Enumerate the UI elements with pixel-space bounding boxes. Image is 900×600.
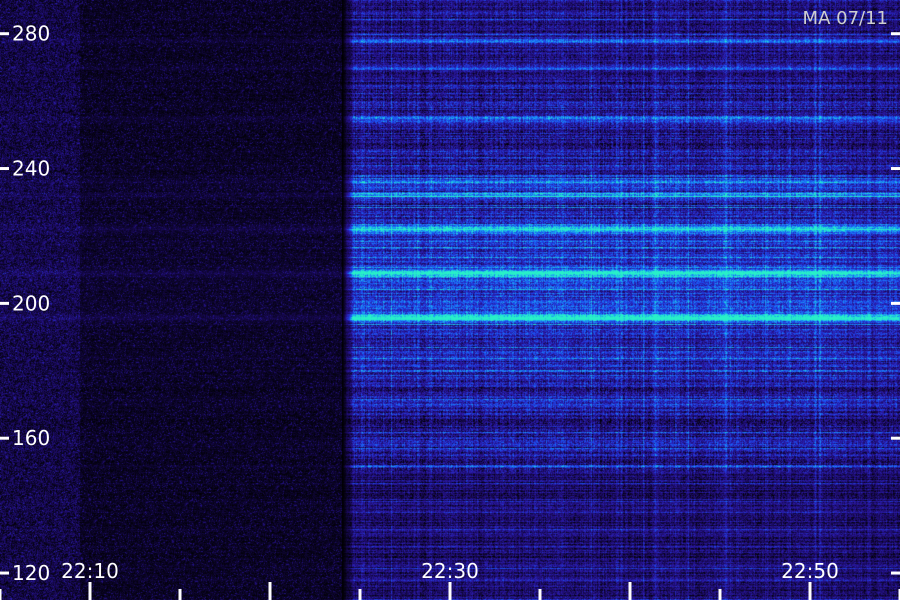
y-axis: 280 240 200 160 120 [0,22,50,585]
y-tick-label: 280 [12,22,50,46]
y-tick-label: 160 [12,426,50,450]
y-tick-label: 200 [12,291,50,315]
x-tick-label: 22:10 [61,559,119,583]
y-tick-label: 120 [12,561,50,585]
date-stamp: MA 07/11 [803,8,888,29]
y-axis-right-ticks [891,32,900,575]
x-tick-label: 22:50 [781,559,839,583]
x-tick-label: 22:30 [421,559,479,583]
axes-overlay: 280 240 200 160 120 22:10 22:30 22:50 MA 07/11 [0,8,900,600]
x-axis: 22:10 22:30 22:50 [0,559,900,600]
y-tick-label: 240 [12,157,50,181]
